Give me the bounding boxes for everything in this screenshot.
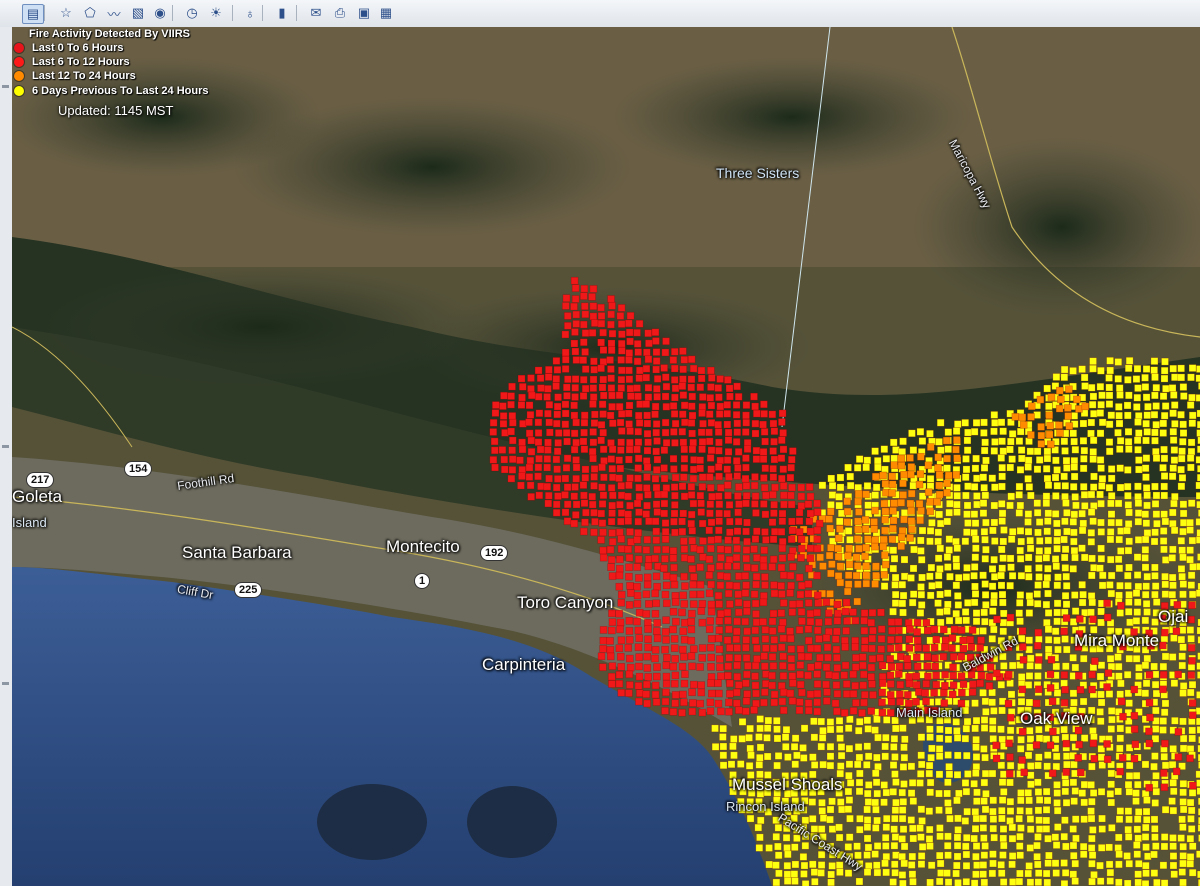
- map-view[interactable]: Goleta Island Santa Barbara Montecito To…: [12, 27, 1200, 886]
- legend-item: Last 0 To 6 Hours: [14, 41, 123, 55]
- place-santa-barbara: Santa Barbara: [182, 543, 292, 562]
- legend-item: Last 12 To 24 Hours: [14, 69, 136, 83]
- legend-swatch: [14, 57, 24, 67]
- legend-swatch: [14, 43, 24, 53]
- sunlight-icon[interactable]: ☀: [206, 4, 226, 22]
- toolbar-separator: [232, 5, 233, 21]
- switch-to-sky-icon[interactable]: ♁: [240, 4, 260, 22]
- historical-imagery-icon[interactable]: ◷: [182, 4, 202, 22]
- add-polygon-icon[interactable]: ⬠: [80, 4, 100, 22]
- highway-shield-154: 154: [124, 461, 153, 477]
- place-island: Island: [12, 515, 47, 530]
- sidebar-toggle-icon[interactable]: ▤: [22, 4, 44, 24]
- toolbar-separator: [44, 5, 45, 21]
- legend-updated-time: Updated: 1145 MST: [58, 103, 174, 118]
- ruler-icon[interactable]: ▮: [272, 4, 292, 22]
- toolbar: ▤ ☆ ⬠ 〰 ▧ ◉ ◷ ☀ ♁ ▮ ✉ ⎙ ▣ ▦: [0, 0, 1200, 28]
- highway-shield-192: 192: [480, 545, 509, 561]
- place-oak-view: Oak View: [1020, 709, 1093, 728]
- highway-shield-225: 225: [234, 582, 263, 598]
- place-three-sisters: Three Sisters: [716, 165, 800, 181]
- place-toro-canyon: Toro Canyon: [517, 593, 614, 612]
- view-in-maps-icon[interactable]: ▦: [376, 4, 396, 22]
- add-path-icon[interactable]: 〰: [104, 4, 124, 22]
- sidebar-grip: [2, 445, 9, 448]
- place-montecito: Montecito: [386, 537, 460, 556]
- add-placemark-icon[interactable]: ☆: [56, 4, 76, 22]
- sidebar-grip: [2, 682, 9, 685]
- legend-label: Last 6 To 12 Hours: [32, 56, 130, 68]
- legend-label: Last 12 To 24 Hours: [32, 70, 136, 82]
- place-rincon-island: Rincon Island: [726, 799, 805, 814]
- toolbar-separator: [172, 5, 173, 21]
- sidebar-grip: [2, 85, 9, 88]
- print-icon[interactable]: ⎙: [330, 4, 350, 22]
- toolbar-separator: [296, 5, 297, 21]
- place-ojai: Ojai: [1158, 607, 1189, 626]
- legend-swatch: [14, 86, 24, 96]
- legend-item: 6 Days Previous To Last 24 Hours: [14, 84, 208, 98]
- highway-shield-1: 1: [414, 573, 431, 589]
- legend-swatch: [14, 71, 24, 81]
- image-overlay-icon[interactable]: ▧: [128, 4, 148, 22]
- legend-label: Last 0 To 6 Hours: [32, 42, 124, 54]
- map-imagery: [12, 27, 1200, 886]
- highway-shield-217: 217: [26, 472, 55, 488]
- record-tour-icon[interactable]: ◉: [150, 4, 170, 22]
- place-mussel-shoals: Mussel Shoals: [732, 775, 843, 794]
- place-mira-monte: Mira Monte: [1074, 631, 1160, 650]
- place-carpinteria: Carpinteria: [482, 655, 566, 674]
- legend-label: 6 Days Previous To Last 24 Hours: [32, 85, 209, 97]
- legend-title: Fire Activity Detected By VIIRS: [29, 28, 190, 40]
- save-image-icon[interactable]: ▣: [354, 4, 374, 22]
- toolbar-separator: [262, 5, 263, 21]
- fire-legend: Fire Activity Detected By VIIRS Last 0 T…: [12, 27, 262, 122]
- place-goleta: Goleta: [12, 487, 63, 506]
- email-icon[interactable]: ✉: [306, 4, 326, 22]
- place-main-island: Main Island: [896, 705, 963, 720]
- legend-item: Last 6 To 12 Hours: [14, 55, 130, 69]
